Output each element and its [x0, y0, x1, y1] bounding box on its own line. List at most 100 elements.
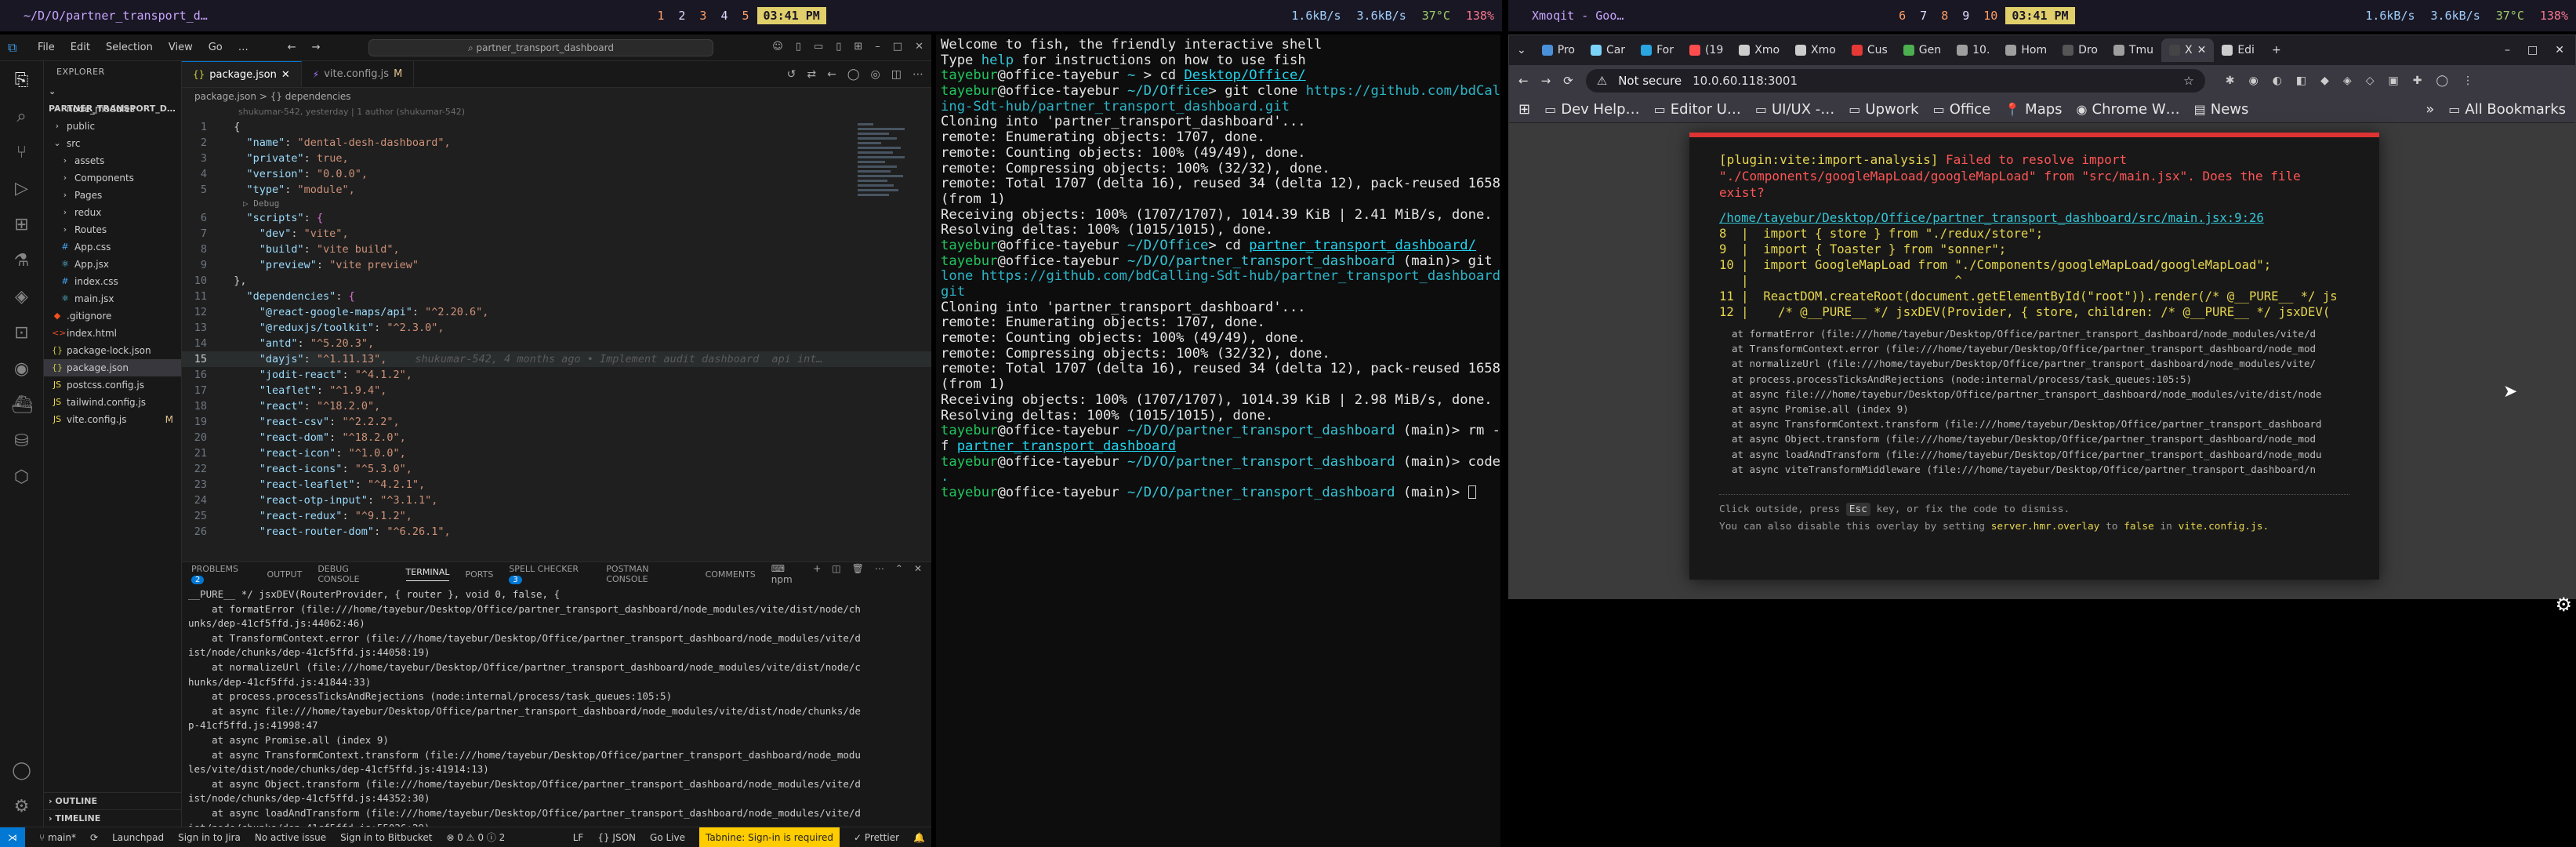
- panel-tab[interactable]: POSTMAN CONSOLE: [606, 564, 689, 584]
- prettier-status[interactable]: ✓ Prettier: [854, 832, 899, 843]
- minimap[interactable]: [858, 121, 920, 278]
- stack-frame[interactable]: at async loadAndTransform (file:///home/…: [1732, 447, 2349, 462]
- run-debug-icon[interactable]: ▷: [12, 179, 32, 199]
- panel-tab[interactable]: TERMINAL: [405, 567, 450, 581]
- maximize-icon[interactable]: □: [2527, 44, 2538, 56]
- workspace-list[interactable]: 6 7 8 9 10: [1899, 9, 1997, 23]
- browser-tab[interactable]: Dro: [2055, 38, 2106, 62]
- page-viewport[interactable]: [plugin:vite:import-analysis] Failed to …: [1509, 123, 2575, 616]
- security-label[interactable]: Not secure: [1618, 74, 1682, 88]
- browser-tab[interactable]: (19: [1682, 38, 1731, 62]
- extension-8-icon[interactable]: ▣: [2388, 75, 2398, 87]
- extensions-puzzle-icon[interactable]: ✚: [2413, 75, 2422, 87]
- new-terminal-icon[interactable]: +: [813, 563, 821, 585]
- language-mode[interactable]: {} JSON: [597, 832, 636, 843]
- browser-tab[interactable]: Cus: [1844, 38, 1896, 62]
- workspace-1[interactable]: 1: [657, 9, 664, 23]
- stack-frame[interactable]: at async Object.transform (file:///home/…: [1732, 431, 2349, 446]
- extension-3-icon[interactable]: ◐: [2273, 75, 2282, 87]
- tree-item[interactable]: ⌄ src: [44, 135, 181, 152]
- stack-frame[interactable]: at async file:///home/tayebur/Desktop/Of…: [1732, 387, 2349, 402]
- tree-item[interactable]: › assets: [44, 152, 181, 169]
- launchpad[interactable]: Launchpad: [112, 832, 164, 843]
- stack-frame[interactable]: at async Promise.all (index 9): [1732, 402, 2349, 416]
- menu-go[interactable]: Go: [209, 42, 223, 53]
- tabnine-status[interactable]: Tabnine: Sign-in is required: [698, 827, 840, 847]
- bookmark-star-icon[interactable]: ☆: [2183, 74, 2193, 88]
- tree-item[interactable]: {} package-lock.json: [44, 342, 181, 359]
- tree-item[interactable]: <> index.html: [44, 325, 181, 342]
- layout-secondary-icon[interactable]: ▯: [836, 41, 841, 53]
- bookmark-item[interactable]: ▭ Editor U…: [1654, 101, 1741, 118]
- close-tab-icon[interactable]: ✕: [281, 69, 290, 81]
- tree-item[interactable]: ⚛ main.jsx: [44, 290, 181, 307]
- stack-frame[interactable]: at async TransformContext.transform (fil…: [1732, 416, 2349, 431]
- panel-tab[interactable]: PROBLEMS 2: [191, 564, 251, 584]
- tab-package-json[interactable]: {} package.json ✕: [182, 61, 302, 87]
- bookmark-item[interactable]: ▭ Dev Help…: [1544, 101, 1639, 118]
- workspace-3[interactable]: 3: [699, 9, 706, 23]
- nav-back-icon[interactable]: ←: [288, 42, 296, 53]
- panel-tab[interactable]: SPELL CHECKER 3: [509, 564, 590, 584]
- tree-item[interactable]: › public: [44, 118, 181, 135]
- timeline-history-icon[interactable]: ↺: [787, 68, 796, 81]
- new-tab-icon[interactable]: +: [2262, 44, 2291, 56]
- tree-item[interactable]: JS vite.config.js M: [44, 411, 181, 428]
- tree-item[interactable]: # App.css: [44, 238, 181, 256]
- extension-1-icon[interactable]: ✱: [2226, 75, 2235, 87]
- tree-item[interactable]: {} package.json: [44, 359, 181, 376]
- tree-item[interactable]: › Pages: [44, 187, 181, 204]
- vite-error-overlay[interactable]: [plugin:vite:import-analysis] Failed to …: [1689, 133, 2379, 580]
- sync-icon[interactable]: ⟳: [90, 832, 98, 843]
- tabnine-icon[interactable]: ⬡: [12, 467, 32, 488]
- notifications-bell-icon[interactable]: 🔔: [913, 832, 931, 843]
- nav-forward-icon[interactable]: →: [312, 42, 321, 53]
- copilot-icon[interactable]: ☺: [772, 41, 783, 53]
- workspace-5[interactable]: 5: [742, 9, 749, 23]
- bitbucket-signin[interactable]: Sign in to Bitbucket: [340, 832, 432, 843]
- url-text[interactable]: 10.0.60.118:3001: [1693, 74, 1798, 88]
- split-terminal-icon[interactable]: ◫: [832, 563, 840, 585]
- go-live-button[interactable]: Go Live: [650, 832, 685, 843]
- browser-tab[interactable]: Car: [1583, 38, 1633, 62]
- panel-tab[interactable]: OUTPUT: [267, 569, 302, 580]
- profile-avatar[interactable]: ◯: [2436, 75, 2448, 87]
- workspace-8[interactable]: 8: [1941, 9, 1948, 23]
- menu-edit[interactable]: Edit: [71, 42, 90, 53]
- split-editor-icon[interactable]: ◫: [891, 68, 902, 81]
- menu-file[interactable]: File: [38, 42, 55, 53]
- menu-more[interactable]: …: [238, 42, 249, 53]
- forward-icon[interactable]: →: [1541, 74, 1551, 88]
- tree-item[interactable]: ◆ .gitignore: [44, 307, 181, 325]
- browser-tab[interactable]: Pro: [1534, 38, 1583, 62]
- circle-dot-icon[interactable]: ◎: [871, 68, 880, 81]
- minimize-icon[interactable]: –: [875, 41, 880, 53]
- outline-section[interactable]: › OUTLINE: [44, 792, 181, 809]
- go-back-icon[interactable]: ←: [827, 68, 836, 81]
- bookmark-item[interactable]: ◉ Chrome W…: [2077, 101, 2180, 118]
- timeline-section[interactable]: › TIMELINE: [44, 809, 181, 827]
- panel-tab[interactable]: PORTS: [465, 569, 493, 580]
- tree-item[interactable]: ⚛ App.jsx: [44, 256, 181, 273]
- codelens-debug[interactable]: ▷ Debug: [182, 198, 931, 210]
- search-icon[interactable]: ⌕: [12, 107, 32, 127]
- bookmark-item[interactable]: ▭ Office: [1933, 101, 1991, 118]
- layout-sidebar-icon[interactable]: ▯: [796, 41, 801, 53]
- code-editor[interactable]: 1 {2 "name": "dental-desh-dashboard", 3 "…: [182, 119, 931, 540]
- address-bar[interactable]: ⚠ Not secure 10.0.60.118:3001 ☆: [1585, 69, 2205, 93]
- source-control-icon[interactable]: ⑂: [12, 143, 32, 163]
- browser-tab[interactable]: 10.: [1949, 38, 1997, 62]
- maximize-icon[interactable]: □: [893, 41, 902, 53]
- workspace-4[interactable]: 4: [720, 9, 727, 23]
- more-icon[interactable]: ⋯: [875, 563, 884, 585]
- browser-tab[interactable]: Tmu: [2106, 38, 2161, 62]
- remote-indicator-icon[interactable]: ⋊: [0, 827, 25, 847]
- tree-item[interactable]: › Components: [44, 169, 181, 187]
- maximize-panel-icon[interactable]: ⌃: [895, 563, 903, 585]
- database-icon[interactable]: ⛁: [12, 431, 32, 452]
- bookmark-item[interactable]: 📍 Maps: [2005, 101, 2062, 118]
- panel-tab[interactable]: DEBUG CONSOLE: [317, 564, 390, 584]
- terminal-shell-selector[interactable]: ⌨ npm: [771, 563, 802, 585]
- explorer-icon[interactable]: ⎘: [12, 71, 32, 91]
- explorer-root-folder[interactable]: ⌄ PARTNER_TRANSPORT_D…: [44, 83, 181, 114]
